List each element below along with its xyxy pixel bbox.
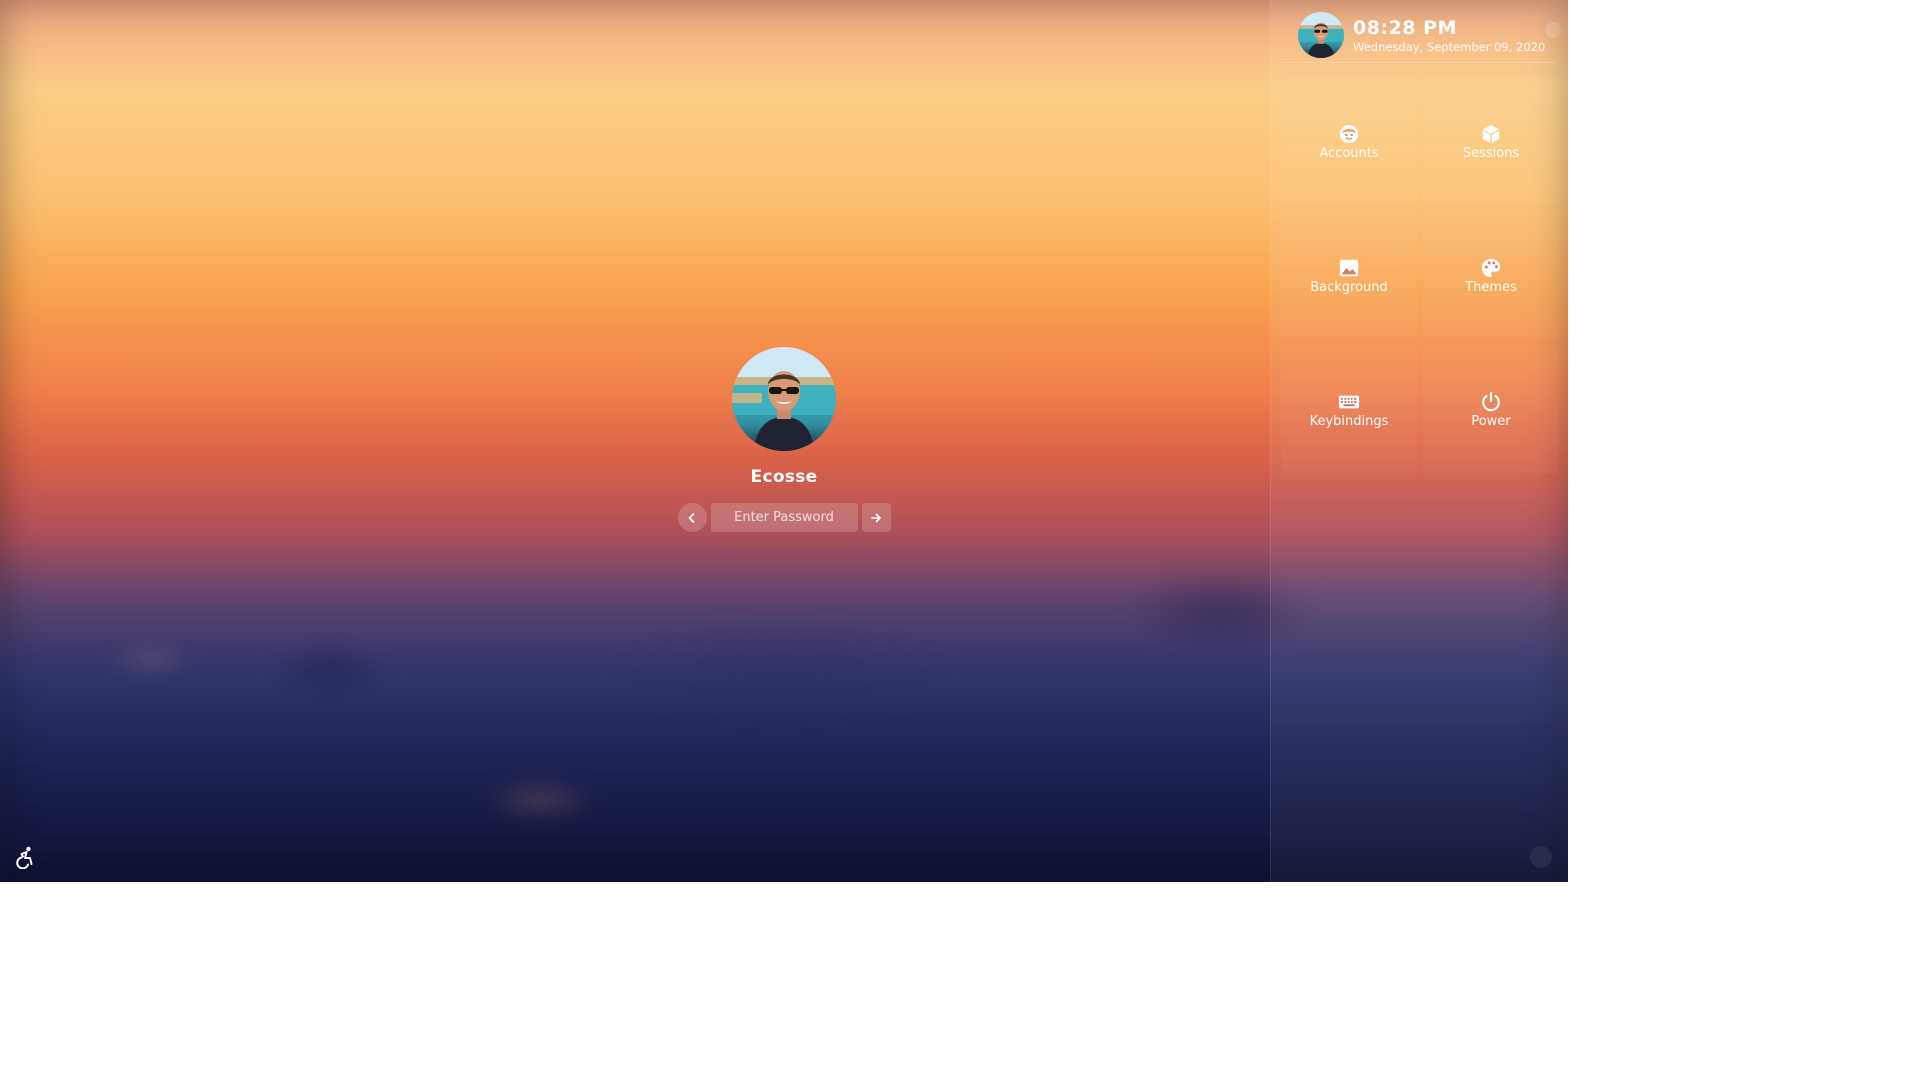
panel-toggle[interactable]: [1545, 22, 1561, 38]
arrow-right-icon: [871, 513, 881, 522]
submit-button[interactable]: [861, 503, 891, 532]
lock-screen: Ecosse 08:28 PM Wednesday, September 09,…: [0, 0, 1568, 882]
password-row: [677, 503, 891, 532]
accounts-label: Accounts: [1319, 146, 1379, 161]
accessibility-button[interactable]: [12, 844, 38, 870]
cube-icon: [1482, 124, 1500, 144]
power-label: Power: [1471, 414, 1511, 429]
clock: 08:28 PM: [1353, 17, 1457, 39]
themes-label: Themes: [1465, 280, 1517, 295]
username-label: Ecosse: [750, 467, 818, 487]
avatar-portrait-small: [1298, 12, 1344, 58]
power-tile[interactable]: Power: [1423, 346, 1559, 474]
accessibility-icon: [16, 846, 33, 869]
user-avatar[interactable]: [732, 347, 836, 451]
image-icon: [1339, 259, 1359, 277]
background-label: Background: [1310, 280, 1388, 295]
chevron-left-icon: [688, 512, 695, 523]
password-input[interactable]: [710, 503, 858, 532]
settings-grid: Accounts Sessions Background Themes Keyb…: [1281, 78, 1563, 474]
sessions-tile[interactable]: Sessions: [1423, 78, 1559, 206]
avatar-portrait: [732, 347, 836, 451]
power-icon: [1482, 391, 1500, 412]
user-face-icon: [1339, 124, 1359, 144]
keyboard-icon: [1338, 395, 1360, 409]
background-tile[interactable]: Background: [1281, 212, 1417, 340]
palette-icon: [1481, 258, 1501, 278]
back-button[interactable]: [677, 503, 707, 532]
panel-user-avatar: [1298, 12, 1344, 58]
corner-indicator: [1530, 846, 1552, 868]
side-panel: 08:28 PM Wednesday, September 09, 2020 A…: [1270, 0, 1568, 882]
panel-header: 08:28 PM Wednesday, September 09, 2020: [1281, 6, 1561, 63]
keybindings-tile[interactable]: Keybindings: [1281, 346, 1417, 474]
sessions-label: Sessions: [1462, 146, 1520, 161]
keybindings-label: Keybindings: [1309, 414, 1389, 429]
date: Wednesday, September 09, 2020: [1353, 40, 1546, 54]
accounts-tile[interactable]: Accounts: [1281, 78, 1417, 206]
themes-tile[interactable]: Themes: [1423, 212, 1559, 340]
login-box: Ecosse: [672, 347, 896, 532]
